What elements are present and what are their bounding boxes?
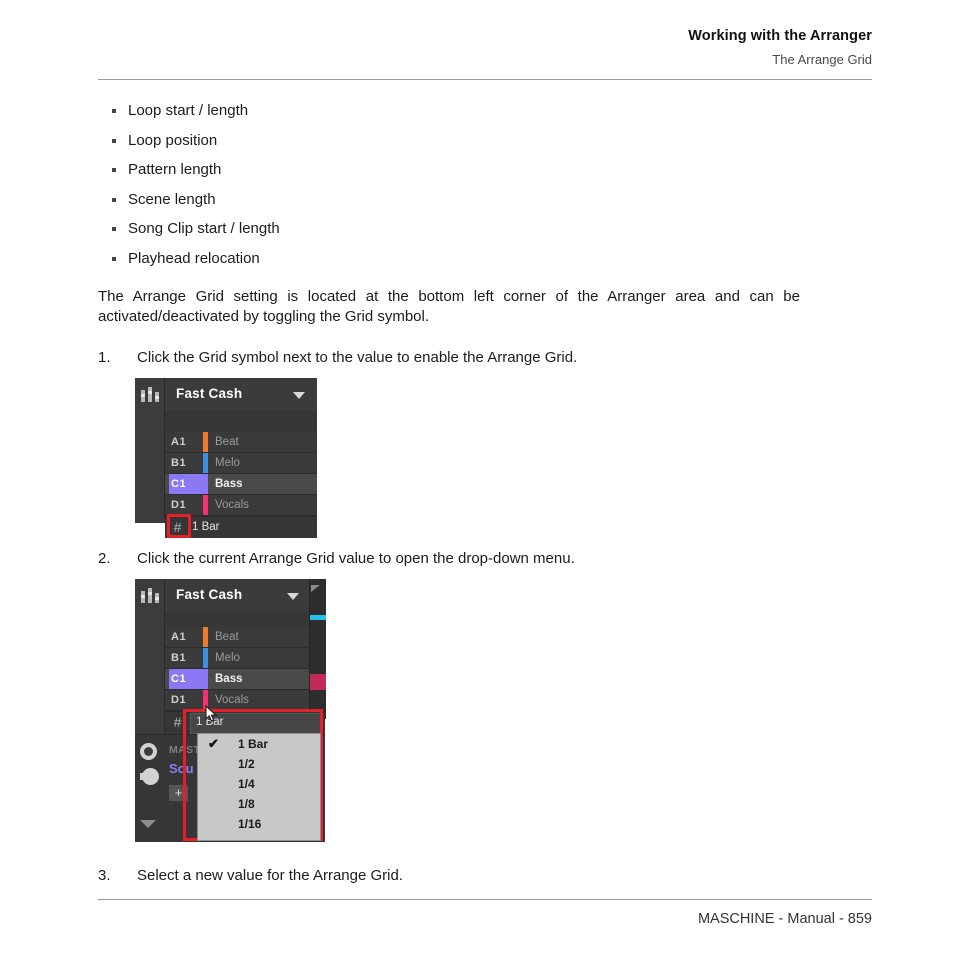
add-track-button[interactable]: + bbox=[169, 784, 188, 801]
track-color-bar bbox=[203, 647, 208, 668]
header-subtitle: The Arrange Grid bbox=[772, 52, 872, 67]
project-titlebar-2[interactable]: Fast Cash bbox=[165, 578, 309, 612]
arrange-grid-value-1[interactable]: 1 Bar bbox=[192, 517, 220, 538]
grid-symbol-icon[interactable]: # bbox=[170, 714, 185, 730]
track-name: Beat bbox=[215, 435, 239, 448]
dropdown-item[interactable]: 1/4 bbox=[198, 774, 320, 794]
dropdown-item[interactable]: 1/2 bbox=[198, 754, 320, 774]
dropdown-item-label: 1/4 bbox=[238, 776, 255, 791]
plug-icon[interactable] bbox=[140, 767, 159, 785]
dropdown-item-label: 1/16 bbox=[238, 816, 262, 831]
slot-label: C1 bbox=[171, 477, 187, 490]
list-item: Song Clip start / length bbox=[98, 214, 888, 244]
dropdown-item[interactable]: ✔ 1 Bar bbox=[198, 734, 320, 754]
feature-bullet-list: Loop start / length Loop position Patter… bbox=[98, 96, 888, 274]
track-name: Melo bbox=[215, 456, 240, 469]
track-color-bar bbox=[203, 431, 208, 452]
mouse-cursor-icon bbox=[205, 704, 218, 722]
record-circle-icon[interactable] bbox=[140, 742, 157, 760]
slot-label: D1 bbox=[171, 693, 187, 706]
timeline-marker-icon bbox=[311, 584, 320, 592]
list-item: Playhead relocation bbox=[98, 244, 888, 274]
dropdown-item-label: 1 Bar bbox=[238, 736, 269, 751]
step-1-text: Click the Grid symbol next to the value … bbox=[137, 348, 578, 366]
step-2-text: Click the current Arrange Grid value to … bbox=[137, 549, 575, 567]
arranger-screenshot-1: Fast Cash A1 Beat B1 Melo C1 Bass D1 Voc… bbox=[135, 377, 317, 538]
sound-label: Sou bbox=[169, 760, 194, 776]
header-divider bbox=[98, 79, 872, 80]
track-name: Bass bbox=[215, 477, 243, 490]
intro-paragraph: The Arrange Grid setting is located at t… bbox=[98, 287, 800, 326]
step-3-text: Select a new value for the Arrange Grid. bbox=[137, 866, 403, 884]
project-titlebar-1[interactable]: Fast Cash bbox=[165, 377, 317, 411]
track-name: Melo bbox=[215, 651, 240, 664]
page-header: Working with the Arranger The Arrange Gr… bbox=[98, 26, 872, 70]
slot-label: C1 bbox=[171, 672, 187, 685]
slot-label: B1 bbox=[171, 651, 187, 664]
track-row[interactable]: D1 Vocals bbox=[165, 689, 309, 711]
track-row[interactable]: D1 Vocals bbox=[165, 494, 317, 516]
dropdown-item[interactable]: 1/16 bbox=[198, 814, 320, 834]
chevron-down-icon[interactable] bbox=[293, 391, 305, 399]
mixer-faders-icon bbox=[141, 386, 159, 402]
clip-marker-strip bbox=[309, 578, 326, 719]
clip-marker bbox=[310, 614, 326, 620]
header-title: Working with the Arranger bbox=[688, 28, 872, 44]
track-row[interactable]: A1 Beat bbox=[165, 626, 309, 648]
list-item: Pattern length bbox=[98, 155, 888, 185]
dropdown-item-label: 1/2 bbox=[238, 756, 255, 771]
track-name: Bass bbox=[215, 672, 243, 685]
dropdown-item-label: 1/8 bbox=[238, 796, 255, 811]
step-2: 2. Click the current Arrange Grid value … bbox=[98, 549, 888, 569]
slot-label: D1 bbox=[171, 498, 187, 511]
collapse-arrow-icon[interactable] bbox=[140, 819, 156, 828]
track-color-bar bbox=[203, 494, 208, 515]
project-name-2: Fast Cash bbox=[176, 586, 243, 602]
step-3: 3. Select a new value for the Arrange Gr… bbox=[98, 866, 888, 886]
clip-marker bbox=[310, 673, 326, 690]
track-rows-2: A1 Beat B1 Melo C1 Bass D1 Vocals bbox=[165, 626, 309, 711]
grid-symbol-icon[interactable]: # bbox=[170, 519, 185, 535]
step-3-number: 3. bbox=[98, 866, 111, 884]
track-name: Vocals bbox=[215, 693, 249, 706]
master-label: MAST bbox=[169, 743, 201, 756]
arrange-grid-dropdown[interactable]: ✔ 1 Bar 1/2 1/4 1/8 1/16 bbox=[197, 732, 321, 841]
footer-text: MASCHINE - Manual - 859 bbox=[697, 911, 872, 927]
track-name: Beat bbox=[215, 630, 239, 643]
arrange-grid-row-1: # 1 Bar bbox=[165, 515, 317, 538]
list-item: Loop start / length bbox=[98, 96, 888, 126]
check-icon: ✔ bbox=[208, 735, 219, 751]
step-1: 1. Click the Grid symbol next to the val… bbox=[98, 348, 888, 368]
track-rows-1: A1 Beat B1 Melo C1 Bass D1 Vocals bbox=[165, 431, 317, 516]
track-color-bar bbox=[203, 452, 208, 473]
step-1-number: 1. bbox=[98, 348, 111, 366]
project-name-1: Fast Cash bbox=[176, 385, 243, 401]
track-row[interactable]: B1 Melo bbox=[165, 452, 317, 474]
slot-label: A1 bbox=[171, 435, 187, 448]
footer-divider bbox=[98, 899, 872, 900]
slot-label: B1 bbox=[171, 456, 187, 469]
list-item: Scene length bbox=[98, 185, 888, 215]
track-row[interactable]: A1 Beat bbox=[165, 431, 317, 453]
track-color-bar bbox=[203, 668, 208, 689]
track-row-selected[interactable]: C1 Bass bbox=[165, 473, 317, 495]
slot-label: A1 bbox=[171, 630, 187, 643]
arrange-grid-row-2: # 1 Bar bbox=[165, 710, 325, 734]
step-2-number: 2. bbox=[98, 549, 111, 567]
list-item: Loop position bbox=[98, 126, 888, 156]
dropdown-item[interactable]: 1/8 bbox=[198, 794, 320, 814]
track-color-bar bbox=[203, 626, 208, 647]
track-name: Vocals bbox=[215, 498, 249, 511]
track-color-bar bbox=[203, 473, 208, 494]
arranger-screenshot-2: Fast Cash A1 Beat B1 Melo C1 Bass D1 Voc… bbox=[135, 578, 326, 842]
mixer-faders-icon bbox=[141, 587, 159, 603]
chevron-down-icon[interactable] bbox=[287, 592, 299, 600]
arranger-left-strip-1 bbox=[135, 377, 165, 523]
track-row-selected[interactable]: C1 Bass bbox=[165, 668, 309, 690]
page-content: Loop start / length Loop position Patter… bbox=[98, 96, 888, 886]
track-row[interactable]: B1 Melo bbox=[165, 647, 309, 669]
